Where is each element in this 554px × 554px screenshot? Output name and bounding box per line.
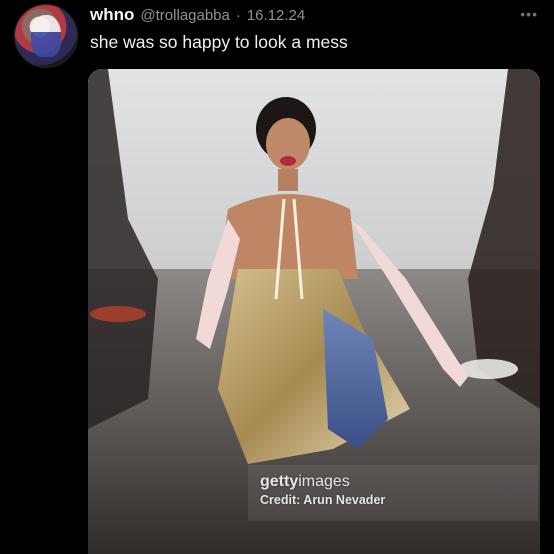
user-handle[interactable]: @trollagabba — [140, 7, 229, 24]
watermark-brand-light: images — [298, 473, 350, 490]
timestamp[interactable]: 16.12.24 — [247, 7, 305, 24]
watermark-brand: gettyimages — [260, 473, 385, 491]
tweet-header: whno @trollagabba · 16.12.24 — [90, 4, 540, 26]
getty-watermark: gettyimages Credit: Arun Nevader — [260, 473, 385, 507]
display-name[interactable]: whno — [90, 5, 134, 25]
tweet-text: she was so happy to look a mess — [90, 32, 348, 52]
watermark-credit: Credit: Arun Nevader — [260, 493, 386, 507]
avatar-figure — [31, 15, 61, 57]
tweet-media-image[interactable]: gettyimages Credit: Arun Nevader — [88, 69, 540, 554]
avatar[interactable] — [14, 4, 78, 68]
watermark-brand-bold: getty — [260, 473, 299, 490]
separator-dot: · — [235, 6, 241, 24]
more-options-icon[interactable]: ••• — [520, 6, 538, 22]
